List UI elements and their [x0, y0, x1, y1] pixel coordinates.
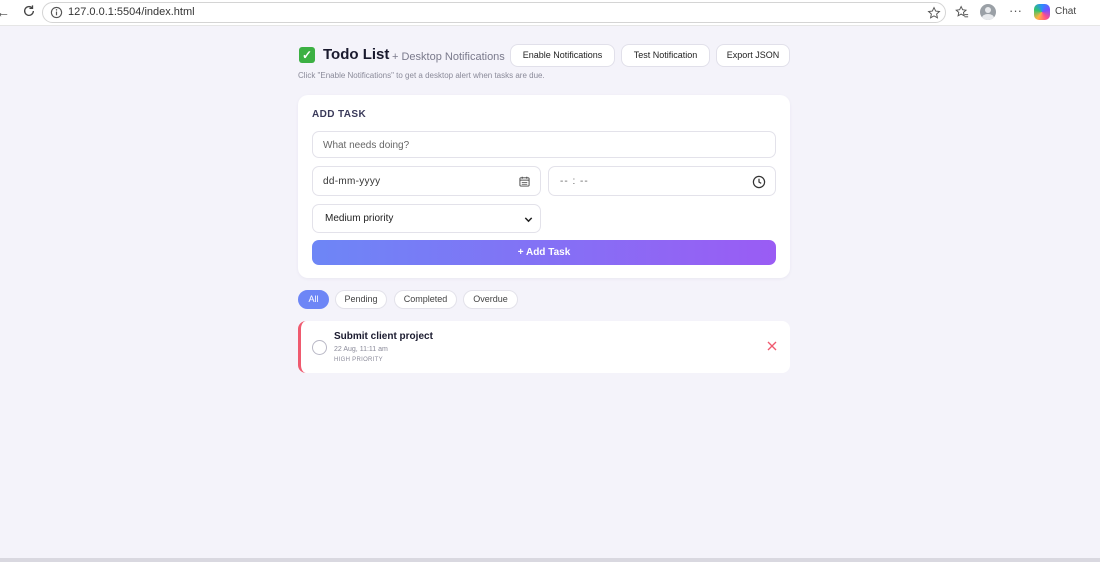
calendar-icon[interactable] — [519, 176, 530, 187]
add-task-button[interactable]: + Add Task — [312, 240, 776, 265]
close-icon[interactable] — [767, 341, 777, 351]
task-title: Submit client project — [334, 331, 433, 342]
window-bottom-edge — [0, 558, 1100, 562]
add-task-card: ADD TASK What needs doing? dd-mm-yyyy --… — [298, 95, 790, 278]
address-bar[interactable]: 127.0.0.1:5504/index.html — [42, 2, 946, 23]
chevron-down-icon — [524, 217, 533, 223]
date-input-placeholder: dd-mm-yyyy — [323, 176, 381, 187]
more-menu-icon[interactable]: ··· — [1009, 3, 1022, 18]
task-item: Submit client project 22 Aug, 11:11 am H… — [298, 321, 790, 373]
app-header: ✓ Todo List + Desktop Notifications Enab… — [298, 43, 790, 80]
browser-toolbar: ← 127.0.0.1:5504/index.html ··· Chat — [0, 0, 1100, 26]
address-url: 127.0.0.1:5504/index.html — [68, 6, 195, 18]
add-task-heading: ADD TASK — [312, 109, 367, 120]
task-complete-checkbox[interactable] — [312, 340, 327, 355]
time-input-placeholder: -- : -- — [560, 176, 589, 187]
enable-notifications-button[interactable]: Enable Notifications — [510, 44, 615, 67]
back-arrow-icon[interactable]: ← — [0, 4, 10, 20]
copilot-icon[interactable] — [1034, 4, 1050, 20]
export-json-button[interactable]: Export JSON — [716, 44, 790, 67]
todo-app: ✓ Todo List + Desktop Notifications Enab… — [298, 43, 790, 373]
test-notification-button[interactable]: Test Notification — [621, 44, 710, 67]
page-subtitle: + Desktop Notifications — [392, 51, 505, 63]
check-box-icon: ✓ — [299, 47, 315, 63]
task-priority: HIGH PRIORITY — [334, 357, 383, 363]
info-icon[interactable] — [50, 6, 63, 19]
filter-completed[interactable]: Completed — [394, 290, 457, 309]
favorites-icon[interactable] — [955, 5, 969, 19]
priority-select[interactable]: Medium priority — [312, 204, 541, 233]
notification-hint: Click "Enable Notifications" to get a de… — [298, 71, 545, 80]
clock-icon[interactable] — [752, 175, 766, 189]
profile-avatar[interactable] — [980, 4, 996, 20]
priority-select-value: Medium priority — [325, 213, 394, 224]
task-due-date: 22 Aug, 11:11 am — [334, 346, 388, 353]
reload-icon[interactable] — [22, 4, 36, 18]
star-icon[interactable] — [927, 6, 941, 20]
page-title: Todo List — [323, 46, 390, 63]
filter-pending[interactable]: Pending — [335, 290, 387, 309]
task-input-placeholder: What needs doing? — [323, 140, 410, 151]
filter-all[interactable]: All — [298, 290, 329, 309]
time-input[interactable]: -- : -- — [548, 166, 776, 196]
filter-overdue[interactable]: Overdue — [463, 290, 518, 309]
chat-label[interactable]: Chat — [1055, 6, 1076, 17]
task-input[interactable]: What needs doing? — [312, 131, 776, 158]
date-input[interactable]: dd-mm-yyyy — [312, 166, 541, 196]
